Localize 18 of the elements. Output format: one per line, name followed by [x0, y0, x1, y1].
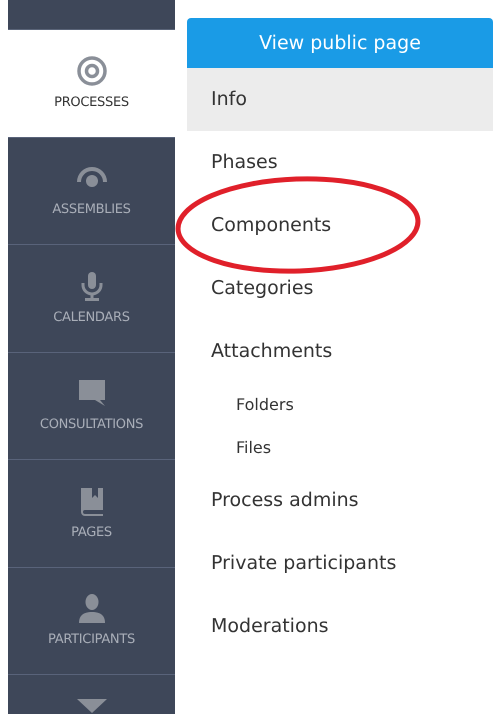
chevron-down-icon[interactable]: [76, 699, 106, 713]
sidebar-item[interactable]: CALENDARS: [8, 245, 175, 352]
sidebar-item[interactable]: CONSULTATIONS: [8, 352, 175, 460]
menu-item[interactable]: Attachments: [187, 320, 493, 383]
submenu-item[interactable]: Files: [187, 426, 493, 469]
submenu-item[interactable]: Folders: [187, 383, 493, 426]
menu-item[interactable]: Moderations: [187, 595, 493, 658]
sidebar-item[interactable]: ASSEMBLIES: [8, 138, 175, 245]
menu-item[interactable]: Process admins: [187, 469, 493, 532]
sidebar-item[interactable]: PAGES: [8, 460, 175, 568]
menu-item[interactable]: Phases: [187, 131, 493, 194]
menu-item[interactable]: Private participants: [187, 532, 493, 595]
sidebar-item[interactable]: PROCESSES: [8, 30, 175, 138]
target-icon: [76, 54, 108, 86]
menu-item[interactable]: Info: [187, 68, 493, 131]
sidebar-item[interactable]: PARTICIPANTS: [8, 568, 175, 675]
menu-item[interactable]: Components: [187, 194, 493, 257]
menu-item[interactable]: Categories: [187, 257, 493, 320]
